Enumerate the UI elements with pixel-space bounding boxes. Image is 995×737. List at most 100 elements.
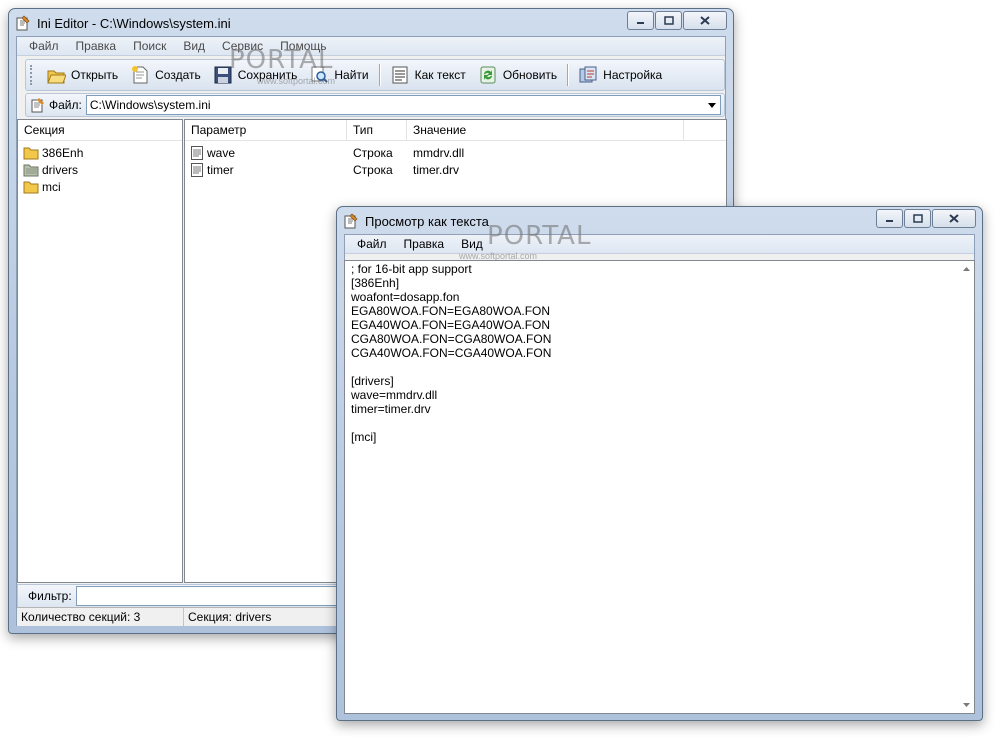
param-value: timer.drv <box>413 162 460 177</box>
section-name: drivers <box>42 162 79 177</box>
section-item[interactable]: mci <box>18 178 182 195</box>
menu-tools[interactable]: Сервис <box>216 39 269 53</box>
text-line: EGA40WOA.FON=EGA40WOA.FON <box>351 318 551 332</box>
app-icon <box>16 15 30 31</box>
refresh-label: Обновить <box>502 68 558 82</box>
text-line: CGA80WOA.FON=CGA80WOA.FON <box>351 332 552 346</box>
text-line <box>351 360 551 374</box>
table-row[interactable]: timer Строка timer.drv <box>185 161 726 178</box>
text-view-window: Просмотр как текста Файл Правка Вид ; fo… <box>336 206 983 721</box>
folder-icon <box>23 147 39 159</box>
dropdown-arrow-icon[interactable] <box>704 97 720 113</box>
param-name: timer <box>207 162 234 177</box>
status-sections-count: Количество секций: 3 <box>17 608 184 626</box>
param-name: wave <box>207 145 236 160</box>
toolbar-grip[interactable] <box>30 65 35 85</box>
ini-text: ; for 16-bit app support [386Enh] woafont=… <box>351 262 551 444</box>
save-label: Сохранить <box>237 68 298 82</box>
scroll-up-icon[interactable] <box>958 261 974 277</box>
refresh-button[interactable]: Обновить <box>472 62 563 88</box>
scroll-down-icon[interactable] <box>958 697 974 713</box>
menu-help[interactable]: Помощь <box>274 39 332 53</box>
document-icon <box>191 145 203 160</box>
file-label: Файл: <box>30 97 82 113</box>
column-parameter[interactable]: Параметр <box>185 120 347 140</box>
window-title: Ini Editor - C:\Windows\system.ini <box>37 16 231 31</box>
open-folder-icon <box>47 70 66 84</box>
close-icon <box>949 214 959 223</box>
text-line: ; for 16-bit app support <box>351 262 472 276</box>
text-view-menubar: Файл Правка Вид <box>345 235 974 254</box>
find-button[interactable]: Найти <box>303 62 374 88</box>
minimize-button[interactable] <box>876 209 903 228</box>
minimize-icon <box>886 220 893 222</box>
minimize-icon <box>637 22 644 24</box>
text-line: woafont=dosapp.fon <box>351 290 460 304</box>
close-icon <box>700 16 710 25</box>
app-icon <box>344 213 358 229</box>
text-line: timer=timer.drv <box>351 402 431 416</box>
document-icon <box>191 162 203 177</box>
folder-open-icon <box>23 164 39 176</box>
param-value: mmdrv.dll <box>413 145 465 160</box>
find-label: Найти <box>334 68 369 82</box>
settings-button[interactable]: Настройка <box>572 62 668 88</box>
main-titlebar[interactable]: Ini Editor - C:\Windows\system.ini <box>9 9 733 35</box>
file-path-combobox[interactable]: C:\Windows\system.ini <box>85 95 721 115</box>
param-type: Строка <box>353 145 393 160</box>
text-line: [drivers] <box>351 374 394 388</box>
file-bar: Файл: C:\Windows\system.ini <box>25 93 725 117</box>
text-line: [386Enh] <box>351 276 400 290</box>
menu-view[interactable]: Вид <box>455 237 489 251</box>
column-value[interactable]: Значение <box>407 120 684 140</box>
menu-view[interactable]: Вид <box>177 39 211 53</box>
settings-label: Настройка <box>603 68 663 82</box>
sections-header[interactable]: Секция <box>18 120 182 140</box>
menu-search[interactable]: Поиск <box>127 39 172 53</box>
folder-icon <box>23 181 39 193</box>
open-button[interactable]: Открыть <box>40 62 124 88</box>
save-button[interactable]: Сохранить <box>207 62 304 88</box>
minimize-button[interactable] <box>627 11 654 30</box>
file-icon <box>31 98 44 113</box>
text-document-icon <box>392 66 408 84</box>
text-line: EGA80WOA.FON=EGA80WOA.FON <box>351 304 551 318</box>
table-row[interactable]: wave Строка mmdrv.dll <box>185 144 726 161</box>
menu-file[interactable]: Файл <box>23 39 65 53</box>
main-toolbar: Открыть Создать Сохранить Найти Как текс… <box>25 59 725 91</box>
menu-file[interactable]: Файл <box>351 237 393 251</box>
file-path-value: C:\Windows\system.ini <box>89 98 211 112</box>
vertical-scrollbar[interactable] <box>958 261 974 713</box>
maximize-button[interactable] <box>655 11 682 30</box>
close-button[interactable] <box>683 11 727 30</box>
toolbar-separator <box>378 64 380 86</box>
maximize-button[interactable] <box>904 209 931 228</box>
toolbar-separator <box>567 64 569 86</box>
text-line: [mci] <box>351 430 377 444</box>
text-content-area[interactable]: ; for 16-bit app support [386Enh] woafont=… <box>344 260 975 714</box>
create-button[interactable]: Создать <box>124 62 207 88</box>
refresh-icon <box>480 66 496 84</box>
window-title: Просмотр как текста <box>365 214 489 229</box>
text-view-titlebar[interactable]: Просмотр как текста <box>337 207 982 233</box>
text-line: CGA40WOA.FON=CGA40WOA.FON <box>351 346 552 360</box>
text-line <box>351 416 551 430</box>
close-button[interactable] <box>932 209 976 228</box>
maximize-icon <box>663 16 674 25</box>
main-menubar: Файл Правка Поиск Вид Сервис Помощь <box>17 37 725 56</box>
section-item[interactable]: 386Enh <box>18 144 182 161</box>
menu-edit[interactable]: Правка <box>398 237 451 251</box>
open-label: Открыть <box>71 68 119 82</box>
file-label-text: Файл: <box>49 98 82 112</box>
column-type[interactable]: Тип <box>347 120 407 140</box>
sections-pane: Секция 386Enh drivers mci <box>17 119 183 583</box>
floppy-disk-icon <box>214 66 232 84</box>
section-name: mci <box>42 179 61 194</box>
menu-edit[interactable]: Правка <box>70 39 123 53</box>
create-label: Создать <box>155 68 201 82</box>
new-document-icon <box>132 66 148 84</box>
search-icon <box>311 66 329 83</box>
filter-label: Фильтр: <box>28 589 72 603</box>
section-item-selected[interactable]: drivers <box>18 161 182 178</box>
as-text-button[interactable]: Как текст <box>384 62 472 88</box>
